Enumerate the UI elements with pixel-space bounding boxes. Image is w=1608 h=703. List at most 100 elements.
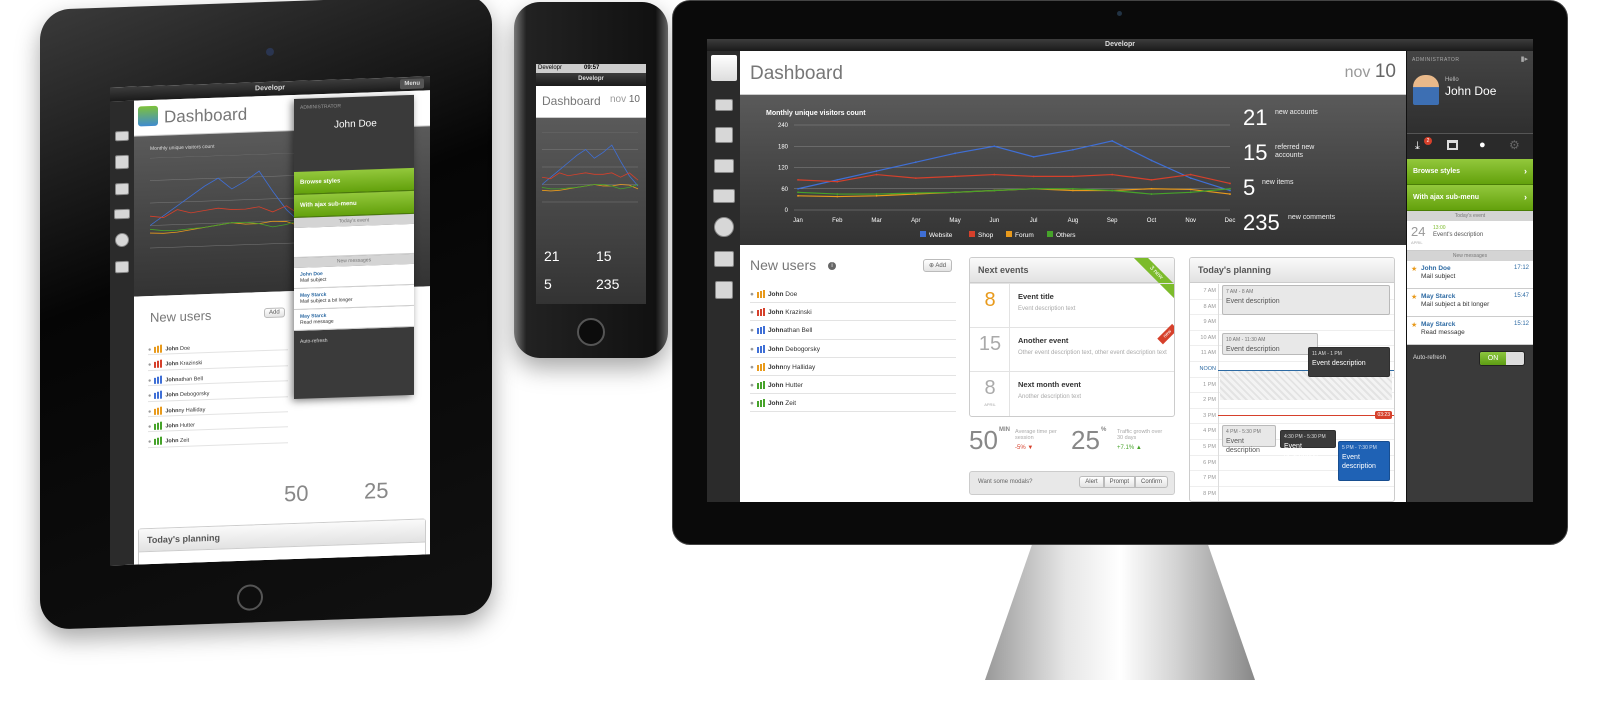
drive-icon[interactable] xyxy=(712,189,735,203)
today-event-day: 24 xyxy=(1411,224,1426,239)
auto-refresh-toggle[interactable]: ON xyxy=(1479,351,1525,366)
user-bar xyxy=(759,291,762,298)
planning-event-block[interactable]: 7 AM - 8 AM Event description xyxy=(1222,285,1390,315)
planning-event-block[interactable]: 4:30 PM - 5:30 PM Event description xyxy=(1280,430,1336,459)
stat-item: 235 new comments xyxy=(1243,208,1403,243)
user-row[interactable]: ● Johnny Halliday xyxy=(750,358,956,376)
user-icon: ● xyxy=(750,400,754,408)
message-item[interactable]: ★ May Starck Read message 15:12 xyxy=(1407,317,1533,345)
data-point xyxy=(914,192,917,194)
message-time: 15:12 xyxy=(1513,321,1529,327)
user-bar xyxy=(160,360,163,369)
planning-event-block[interactable]: 10 AM - 11:30 AM Event description xyxy=(1222,332,1318,355)
grid-line xyxy=(150,197,300,204)
message-subject: Mail subject a bit longer xyxy=(1421,301,1490,308)
user-row[interactable]: ● John Debogorsky xyxy=(750,340,956,358)
tablet-home-button[interactable] xyxy=(237,584,263,612)
message-list: ★ John Doe Mail subject 17:12 ★ May Starck Mai… xyxy=(1407,261,1533,345)
grid-line xyxy=(150,152,300,159)
event-item[interactable]: 15 Another event Other event description t… xyxy=(970,323,1174,372)
wifi-icon[interactable] xyxy=(713,251,734,267)
data-point xyxy=(954,175,956,178)
y-tick-label: 240 xyxy=(778,123,789,129)
event-item[interactable]: 8 APRIL Next month event Another descriptio… xyxy=(970,371,1174,416)
now-badge: 03:23 xyxy=(1375,410,1392,419)
data-point xyxy=(1032,175,1035,178)
user-first-name: John xyxy=(767,400,784,408)
user-icon: ● xyxy=(148,439,152,446)
user-bars xyxy=(154,360,163,369)
event-desc: Other event description text, other even… xyxy=(1018,350,1167,356)
gear-icon[interactable]: ⚙ xyxy=(1509,138,1520,152)
user-icon: ● xyxy=(750,381,754,389)
kpi-unit: % xyxy=(1101,427,1107,433)
gauge-icon[interactable] xyxy=(115,232,129,248)
message-item[interactable]: ★ John Doe Mail subject 17:12 xyxy=(1407,261,1533,289)
planning-title: Today's planning xyxy=(1190,258,1394,283)
gauge-icon[interactable] xyxy=(713,217,734,237)
planning-event-block[interactable]: 4 PM - 5:30 PM Event description xyxy=(1222,425,1276,454)
contacts-icon[interactable] xyxy=(714,281,733,299)
user-bar xyxy=(160,375,163,384)
user-bars xyxy=(154,344,163,353)
message-sender: John Doe xyxy=(1421,265,1451,272)
calendar-icon[interactable] xyxy=(115,154,129,170)
menu-ajax-submenu[interactable]: With ajax sub-menu › xyxy=(1407,185,1533,211)
user-last-name: athan Bell xyxy=(178,375,203,383)
event-item[interactable]: 8 Event title Event description text xyxy=(970,283,1174,328)
star-icon[interactable]: ★ xyxy=(1411,321,1417,329)
user-row[interactable]: ● John Doe xyxy=(750,285,956,304)
auto-refresh-label: Auto-refresh xyxy=(1413,355,1447,361)
user-icon: ● xyxy=(148,423,152,431)
dashboard-logo-icon[interactable] xyxy=(710,55,737,81)
star-icon[interactable]: ★ xyxy=(1411,265,1417,273)
chevron-right-icon: › xyxy=(1524,192,1527,202)
tablet-menu-button[interactable]: Menu xyxy=(400,78,424,90)
event-new-badge: new xyxy=(1157,323,1174,345)
download-icon[interactable]: ⤓ xyxy=(1415,140,1420,153)
message-time: 15:47 xyxy=(1513,293,1529,299)
user-row[interactable]: ● John Zeit xyxy=(750,394,956,413)
event-title: Next month event xyxy=(1018,380,1081,389)
message-item[interactable]: ★ May Starck Mail subject a bit longer 15:4… xyxy=(1407,289,1533,317)
tablet-add-user-button[interactable]: Add xyxy=(264,307,285,319)
user-row[interactable]: ● John Hutter xyxy=(750,376,956,395)
user-icon: ● xyxy=(750,363,754,371)
user-row[interactable]: ● Johnathan Bell xyxy=(750,321,956,340)
prompt-button[interactable]: Prompt xyxy=(1103,476,1135,488)
user-first-name: John xyxy=(767,309,784,317)
phone-chart-area: 21 15 5 235 xyxy=(536,118,646,304)
admin-label: ADMINISTRATOR xyxy=(1412,57,1460,63)
new-users-title: New users xyxy=(750,257,817,273)
collapse-icon[interactable]: ▮▸ xyxy=(1521,55,1528,63)
phone-home-button[interactable] xyxy=(577,318,605,346)
user-bar xyxy=(756,346,759,353)
planning-event-block[interactable]: 11 AM - 1 PM Event description xyxy=(1308,347,1390,378)
today-event-item[interactable]: 24 APRIL 13:00 Event's description xyxy=(1407,221,1533,251)
event-title: Another event xyxy=(1018,336,1069,345)
user-bar xyxy=(762,326,765,335)
user-bar xyxy=(762,362,765,371)
mail-icon[interactable] xyxy=(714,99,733,111)
menu-browse-styles[interactable]: Browse styles › xyxy=(1407,159,1533,185)
calendar-icon[interactable] xyxy=(714,127,733,143)
news-icon[interactable] xyxy=(713,159,734,173)
wifi-icon[interactable] xyxy=(115,260,129,274)
alert-button[interactable]: Alert xyxy=(1079,476,1104,488)
star-icon[interactable]: ★ xyxy=(1411,293,1417,301)
drive-icon[interactable] xyxy=(114,208,130,220)
user-last-name: ny Halliday xyxy=(783,363,816,371)
confirm-button[interactable]: Confirm xyxy=(1134,476,1168,488)
mail-icon[interactable] xyxy=(115,130,129,142)
data-point xyxy=(914,161,917,164)
user-first-name: John xyxy=(767,291,784,298)
now-line xyxy=(1218,414,1394,416)
user-icon[interactable]: ● xyxy=(1479,139,1486,151)
calendar-small-icon[interactable] xyxy=(1447,140,1458,150)
add-user-button[interactable]: ⊕ Add xyxy=(923,259,953,272)
planning-event-block[interactable]: 5 PM - 7:30 PM Event description xyxy=(1338,441,1390,481)
user-row[interactable]: ● John Krazinski xyxy=(750,303,956,322)
data-point xyxy=(1189,188,1192,191)
phone-carrier: Developr xyxy=(538,65,563,71)
news-icon[interactable] xyxy=(115,182,129,196)
